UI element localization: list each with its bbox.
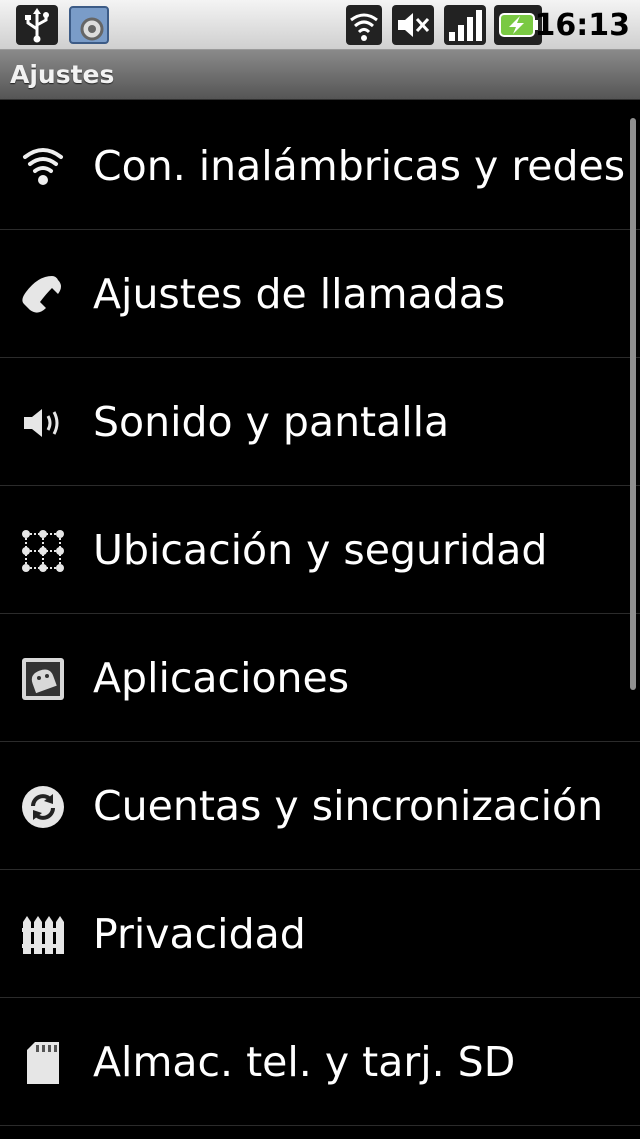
settings-item-label: Privacidad [93,910,306,958]
settings-item-label: Cuentas y sincronización [93,782,604,830]
settings-notification-icon [68,5,110,45]
title-bar: Ajustes [0,50,640,100]
settings-item-label: Sonido y pantalla [93,398,450,446]
usb-icon [16,5,58,45]
android-app-icon [18,654,68,704]
wifi-icon [18,142,68,192]
settings-item-sound-display[interactable]: Sonido y pantalla [0,358,640,486]
settings-item-label: Ubicación y seguridad [93,526,548,574]
settings-list: Con. inalámbricas y redes Ajustes de lla… [0,102,640,1126]
signal-icon [444,5,486,45]
mute-icon [392,5,434,45]
fence-icon [18,910,68,960]
settings-item-label: Con. inalámbricas y redes [93,142,626,190]
settings-item-applications[interactable]: Aplicaciones [0,614,640,742]
settings-item-location-security[interactable]: Ubicación y seguridad [0,486,640,614]
settings-item-wireless-networks[interactable]: Con. inalámbricas y redes [0,102,640,230]
phone-icon [18,270,68,320]
settings-item-accounts-sync[interactable]: Cuentas y sincronización [0,742,640,870]
settings-item-storage-sd[interactable]: Almac. tel. y tarj. SD [0,998,640,1126]
wifi-icon [346,5,382,45]
settings-item-privacy[interactable]: Privacidad [0,870,640,998]
scrollbar[interactable] [630,118,636,690]
sd-card-icon [18,1038,68,1088]
page-title: Ajustes [10,60,115,89]
settings-item-label: Ajustes de llamadas [93,270,506,318]
status-time: 16:13 [534,8,631,43]
settings-item-call-settings[interactable]: Ajustes de llamadas [0,230,640,358]
sync-icon [18,782,68,832]
settings-item-label: Almac. tel. y tarj. SD [93,1038,516,1086]
location-grid-icon [18,526,68,576]
speaker-icon [18,398,68,448]
settings-item-label: Aplicaciones [93,654,350,702]
status-bar: 16:13 [0,0,640,50]
